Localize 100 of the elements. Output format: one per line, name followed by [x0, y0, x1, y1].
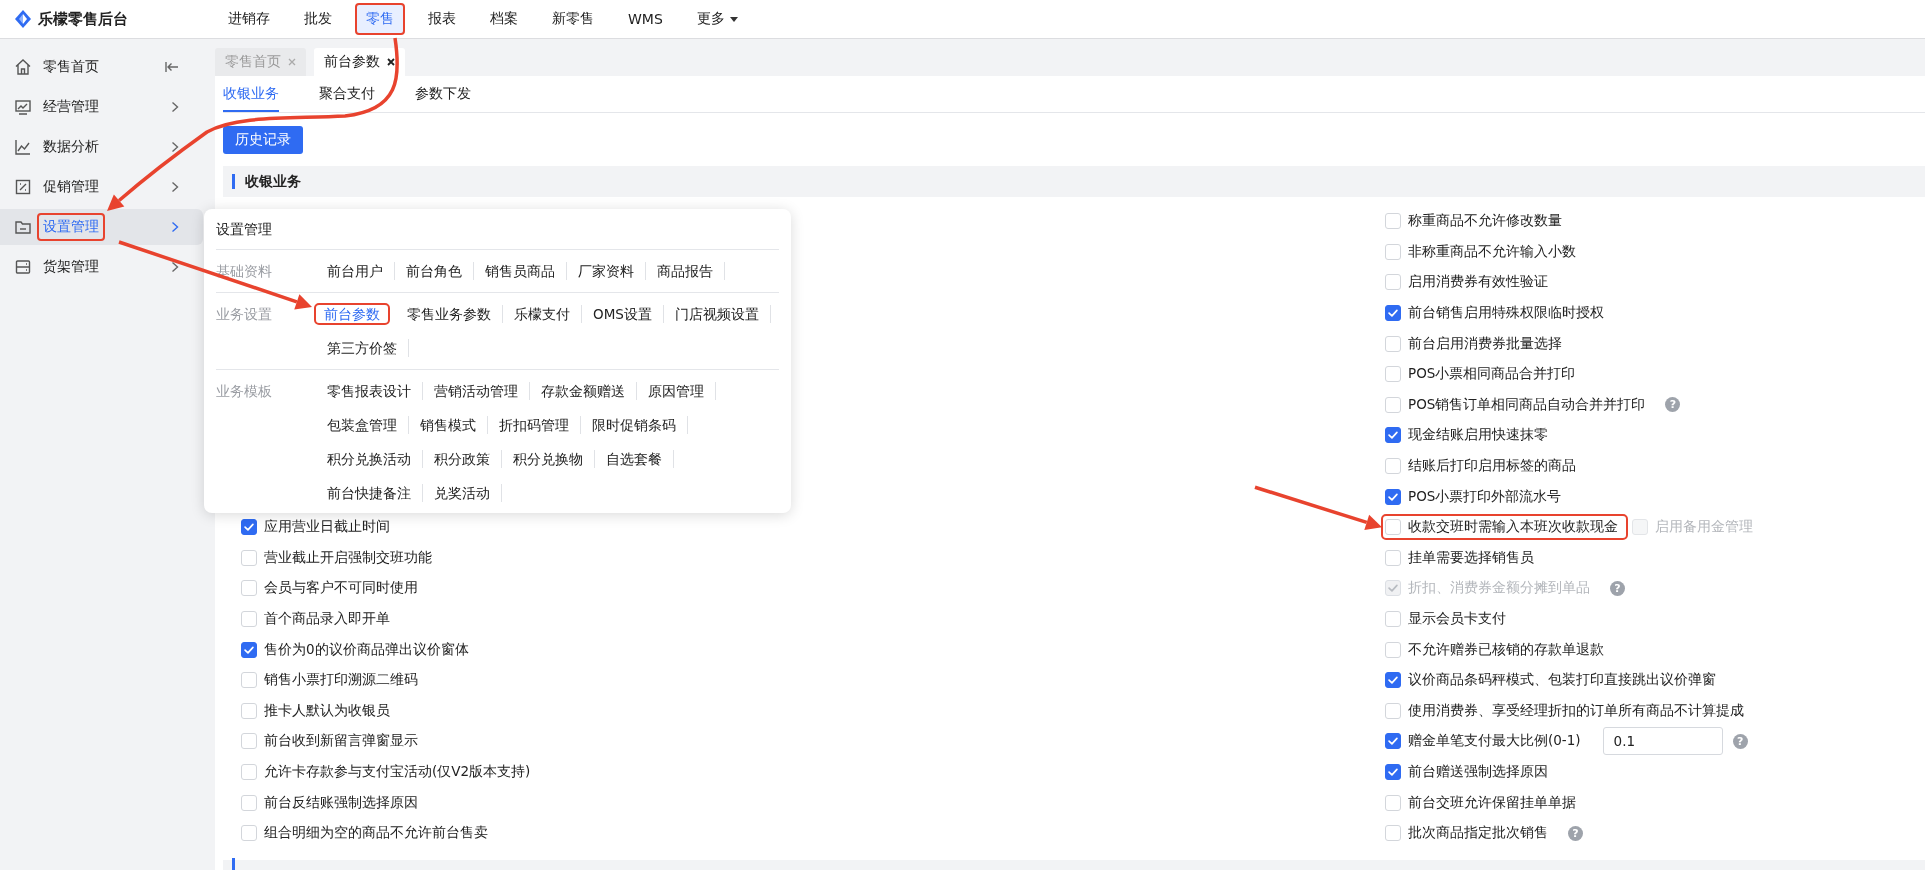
number-field[interactable]: 0.1: [1602, 727, 1723, 756]
menu-link[interactable]: 原因管理: [637, 382, 716, 400]
menu-group-label: 业务设置: [216, 305, 273, 323]
menu-link[interactable]: 销售员商品: [474, 262, 567, 280]
nav-menu-item[interactable]: 进销存: [217, 3, 281, 35]
menu-link[interactable]: 折扣码管理: [488, 416, 581, 434]
sidebar-item-label: 经营管理: [42, 97, 100, 116]
folder-icon: [14, 218, 32, 236]
section-title: 收银业务: [245, 172, 301, 191]
menu-link[interactable]: 兑奖活动: [423, 484, 502, 502]
option-label: 前台反结账强制选择原因: [264, 793, 418, 812]
checkbox[interactable]: [1385, 764, 1401, 780]
sub-tab[interactable]: 参数下发: [415, 85, 471, 112]
option-label: 前台收到新留言弹窗显示: [264, 732, 418, 751]
checkbox[interactable]: [1385, 672, 1401, 689]
option-label: 推卡人默认为收银员: [264, 701, 390, 720]
option-label: 首个商品录入即开单: [264, 610, 390, 628]
sidebar-item[interactable]: 经营管理: [0, 89, 203, 125]
sidebar-item-label: 零售首页: [42, 57, 100, 76]
nav-menu-item[interactable]: 新零售: [541, 3, 605, 35]
sub-tab[interactable]: 聚合支付: [319, 85, 375, 112]
close-icon: [386, 57, 396, 67]
menu-link[interactable]: 商品报告: [646, 262, 725, 280]
menu-link[interactable]: 前台快捷备注: [316, 484, 423, 502]
menu-link[interactable]: 存款金额赠送: [530, 382, 637, 400]
tag-icon: [14, 178, 32, 196]
checkbox[interactable]: [1385, 733, 1401, 750]
option-label: 销售小票打印溯源二维码: [264, 671, 418, 690]
option-label: 不允许赠券已核销的存款单退款: [1408, 640, 1604, 659]
sidebar-item-label: 促销管理: [42, 177, 100, 196]
checkbox[interactable]: [241, 641, 257, 658]
menu-link[interactable]: 零售报表设计: [316, 382, 423, 400]
line-chart-icon: [14, 138, 32, 156]
app-title: 乐檬零售后台: [38, 9, 128, 29]
menu-link[interactable]: 零售业务参数: [396, 305, 503, 323]
menu-link[interactable]: 乐檬支付: [503, 305, 582, 323]
option-label: 前台赠送强制选择原因: [1408, 763, 1548, 781]
page-tab[interactable]: 前台参数: [314, 48, 405, 76]
option-label: 组合明细为空的商品不允许前台售卖: [264, 824, 488, 843]
menu-title: 设置管理: [216, 219, 779, 250]
close-icon: [287, 57, 297, 67]
menu-group-label: 业务模板: [216, 382, 273, 400]
nav-menu-item[interactable]: 报表: [417, 3, 467, 35]
nav-menu-item[interactable]: 批发: [293, 3, 343, 35]
sidebar-item-label: 设置管理: [37, 213, 105, 241]
nav-menu-item[interactable]: 档案: [479, 3, 529, 35]
option-label: 前台销售启用特殊权限临时授权: [1408, 304, 1604, 323]
option-label: 批次商品指定批次销售: [1408, 824, 1548, 843]
option-label: 挂单需要选择销售员: [1408, 548, 1534, 567]
option-label: POS小票相同商品合并打印: [1408, 365, 1576, 384]
menu-link[interactable]: 自选套餐: [595, 450, 674, 468]
sidebar-item[interactable]: 数据分析: [0, 129, 203, 165]
sub-tab[interactable]: 收银业务: [223, 85, 279, 112]
sidebar-item[interactable]: 设置管理: [0, 209, 203, 245]
option-label: 使用消费券、享受经理折扣的订单所有商品不计算提成: [1408, 701, 1744, 720]
option-label: POS销售订单相同商品自动合并并打印: [1408, 395, 1646, 414]
menu-link[interactable]: 积分兑换物: [502, 450, 595, 468]
menu-link[interactable]: 前台用户: [316, 262, 395, 280]
menu-link[interactable]: 门店视频设置: [663, 305, 771, 323]
menu-link[interactable]: 营销活动管理: [423, 382, 530, 400]
sidebar-item-label: 数据分析: [42, 137, 100, 156]
home-icon: [14, 58, 32, 76]
option-label: 显示会员卡支付: [1408, 610, 1506, 628]
collapse-icon: [165, 61, 179, 73]
sidebar-item[interactable]: 货架管理: [0, 249, 203, 285]
drawer-icon: [14, 258, 32, 276]
menu-link[interactable]: 前台角色: [395, 262, 474, 280]
option-label: 折扣、消费券金额分摊到单品: [1408, 579, 1590, 598]
option-label: 启用备用金管理: [1655, 518, 1753, 537]
option-label: 现金结账启用快速抹零: [1408, 426, 1548, 445]
sidebar-item[interactable]: 零售首页: [0, 49, 203, 85]
checkbox[interactable]: [1385, 427, 1401, 444]
menu-link[interactable]: 积分兑换活动: [316, 450, 423, 468]
option-label: 赠金单笔支付最大比例(0-1): [1408, 732, 1581, 751]
nav-menu-item[interactable]: WMS: [617, 4, 674, 34]
option-label: 收款交班时需输入本班次收款现金: [1408, 518, 1618, 537]
checkbox[interactable]: [1385, 488, 1401, 505]
option-label: 启用消费券有效性验证: [1408, 273, 1548, 292]
menu-link[interactable]: 销售模式: [409, 416, 488, 434]
option-label: 会员与客户不可同时使用: [264, 579, 418, 598]
checkbox[interactable]: [1385, 305, 1401, 322]
menu-link[interactable]: 包装盒管理: [316, 416, 409, 434]
sidebar-item[interactable]: 促销管理: [0, 169, 203, 205]
menu-link[interactable]: 限时促销条码: [581, 416, 688, 434]
option-label: 营业截止开启强制交班功能: [264, 548, 432, 567]
menu-link[interactable]: 第三方价签: [316, 339, 409, 357]
menu-link[interactable]: 厂家资料: [567, 262, 646, 280]
option-label: 非称重商品不允许输入小数: [1408, 242, 1576, 261]
option-label: POS小票打印外部流水号: [1408, 487, 1562, 506]
option-label: 议价商品条码秤模式、包装打印直接跳出议价弹窗: [1408, 671, 1716, 690]
nav-menu-item[interactable]: 更多: [685, 3, 749, 35]
menu-link[interactable]: 前台参数: [314, 303, 390, 325]
menu-link[interactable]: 积分政策: [423, 450, 502, 468]
checkbox[interactable]: [241, 519, 257, 536]
history-button[interactable]: 历史记录: [223, 126, 303, 154]
option-label: 售价为0的议价商品弹出议价窗体: [264, 640, 469, 659]
option-label: 结账后打印启用标签的商品: [1408, 457, 1576, 476]
logo-icon: [14, 9, 32, 29]
nav-menu-item[interactable]: 零售: [355, 3, 405, 35]
menu-link[interactable]: OMS设置: [582, 305, 664, 323]
